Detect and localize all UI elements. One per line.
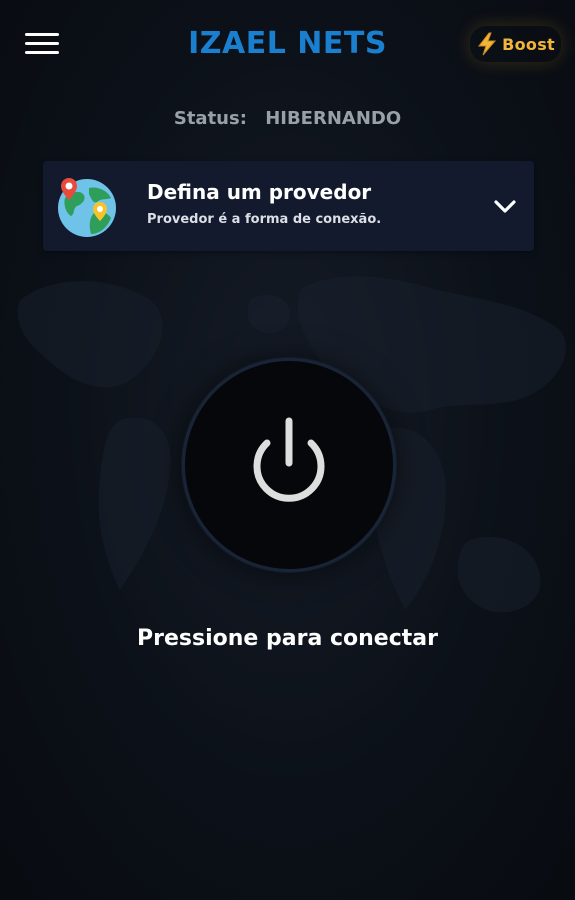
connect-prompt: Pressione para conectar bbox=[137, 626, 438, 651]
boost-button[interactable]: Boost bbox=[470, 26, 561, 62]
globe-pin-icon bbox=[58, 178, 116, 237]
provider-selector[interactable]: Defina um provedor Provedor é a forma de… bbox=[43, 161, 534, 251]
power-button[interactable] bbox=[182, 358, 396, 572]
chevron-down-icon[interactable] bbox=[492, 193, 518, 219]
boost-label: Boost bbox=[502, 34, 555, 54]
provider-subtitle: Provedor é a forma de conexão. bbox=[147, 212, 382, 227]
status-row: Status: HIBERNANDO bbox=[0, 108, 575, 129]
power-icon bbox=[253, 417, 325, 502]
provider-title: Defina um provedor bbox=[147, 180, 372, 204]
lightning-bolt-icon bbox=[478, 32, 497, 56]
app-header: IZAEL NETS Boost bbox=[0, 0, 575, 90]
status-value: HIBERNANDO bbox=[265, 108, 402, 129]
status-label: Status: bbox=[173, 108, 247, 129]
